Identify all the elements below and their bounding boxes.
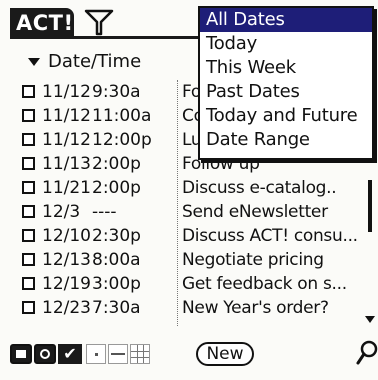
item-date: 12/3 (42, 202, 81, 222)
item-date: 11/12 (42, 130, 91, 150)
item-time: 9:30a (92, 82, 141, 102)
sort-column-header[interactable]: Date/Time (28, 50, 141, 74)
bottom-toolbar: ✔ New (10, 338, 378, 368)
menu-item-today-and-future[interactable]: Today and Future (200, 104, 372, 128)
sort-down-arrow-icon (28, 58, 40, 66)
item-time: 12:00p (92, 130, 152, 150)
menu-item-today[interactable]: Today (200, 32, 372, 56)
complete-checkbox[interactable] (22, 181, 35, 194)
item-time: 3:00p (92, 274, 141, 294)
menu-item-date-range[interactable]: Date Range (200, 128, 372, 152)
find-magnifier-icon[interactable] (356, 340, 378, 366)
complete-checkbox[interactable] (22, 205, 35, 218)
item-date: 11/12 (42, 106, 91, 126)
new-button[interactable]: New (196, 342, 254, 366)
menu-item-past-dates[interactable]: Past Dates (200, 80, 372, 104)
column-divider (177, 80, 178, 326)
item-description: New Year's order? (182, 298, 329, 318)
act-todo-screen: ACT! Date/Time 11/12 9:30a Fo 11/12 11:0… (0, 0, 378, 380)
item-description: Send eNewsletter (182, 202, 328, 222)
item-time: 7:30a (92, 298, 141, 318)
month-view-icon[interactable] (130, 344, 150, 364)
complete-checkbox[interactable] (22, 133, 35, 146)
scrollbar[interactable] (364, 150, 375, 330)
menu-item-this-week[interactable]: This Week (200, 56, 372, 80)
item-time: 2:00p (92, 178, 141, 198)
list-item[interactable]: 12/10 2:30p Discuss ACT! consu... (20, 224, 372, 248)
title-rule (10, 36, 206, 39)
item-time: 8:00a (92, 250, 141, 270)
complete-checkbox[interactable] (22, 85, 35, 98)
item-description: Discuss ACT! consu... (182, 226, 358, 246)
sort-column-label: Date/Time (48, 51, 142, 72)
item-date: 12/13 (42, 250, 91, 270)
complete-checkbox[interactable] (22, 109, 35, 122)
item-description: Get feedback on s... (182, 274, 347, 294)
groups-view-icon[interactable] (34, 344, 56, 364)
scroll-thumb[interactable] (368, 180, 372, 232)
complete-checkbox[interactable] (22, 253, 35, 266)
item-time: 11:00a (92, 106, 152, 126)
complete-checkbox[interactable] (22, 277, 35, 290)
todo-view-check-icon[interactable]: ✔ (58, 344, 82, 364)
menu-item-all-dates[interactable]: All Dates (200, 8, 372, 32)
week-view-icon[interactable] (108, 344, 128, 364)
app-title[interactable]: ACT! (10, 8, 74, 38)
item-date: 11/21 (42, 178, 91, 198)
item-date: 11/13 (42, 154, 91, 174)
item-date: 12/23 (42, 298, 91, 318)
day-view-icon[interactable] (86, 344, 106, 364)
contacts-view-icon[interactable] (10, 344, 32, 364)
complete-checkbox[interactable] (22, 229, 35, 242)
list-item[interactable]: 12/3 ---- Send eNewsletter (20, 200, 372, 224)
item-time: 2:30p (92, 226, 141, 246)
item-date: 11/12 (42, 82, 91, 102)
list-item[interactable]: 11/21 2:00p Discuss e-catalog.. (20, 176, 372, 200)
list-item[interactable]: 12/19 3:00p Get feedback on s... (20, 272, 372, 296)
item-time: 2:00p (92, 154, 141, 174)
scroll-down-arrow-icon[interactable] (365, 316, 375, 323)
item-date: 12/10 (42, 226, 91, 246)
item-description: Discuss e-catalog.. (182, 178, 337, 198)
list-item[interactable]: 12/23 7:30a New Year's order? (20, 296, 372, 320)
complete-checkbox[interactable] (22, 301, 35, 314)
item-time: ---- (92, 202, 117, 222)
item-description: Negotiate pricing (182, 250, 324, 270)
item-date: 12/19 (42, 274, 91, 294)
complete-checkbox[interactable] (22, 157, 35, 170)
filter-funnel-icon[interactable] (84, 8, 114, 36)
list-item[interactable]: 12/13 8:00a Negotiate pricing (20, 248, 372, 272)
date-filter-dropdown: All Dates Today This Week Past Dates Tod… (198, 6, 374, 160)
